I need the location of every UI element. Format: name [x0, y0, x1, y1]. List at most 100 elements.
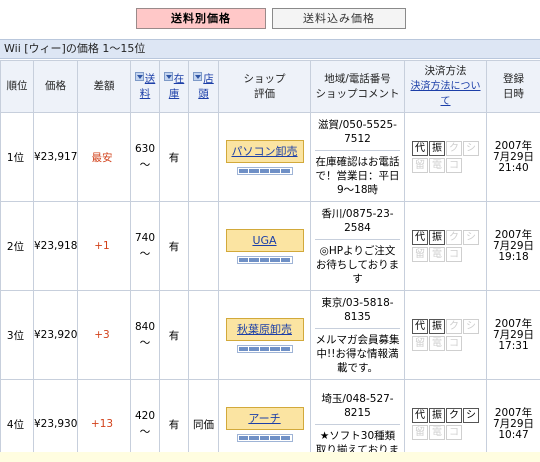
header-store[interactable]: 店 頭: [188, 60, 219, 113]
payment-method-badge: シ: [463, 141, 479, 156]
sort-stock-link[interactable]: 在: [174, 73, 185, 85]
payment-method-badge: ク: [446, 319, 462, 334]
payment-method-badge: コ: [446, 247, 462, 262]
price-mode-tabs: 送料別価格 送料込み価格: [0, 8, 540, 30]
header-stock[interactable]: 在 庫: [159, 60, 189, 113]
sort-shipping-link-2[interactable]: 料: [140, 88, 151, 100]
shop-link-button[interactable]: パソコン卸売: [225, 139, 304, 163]
header-date-line2: 日時: [503, 87, 524, 100]
payment-method-badge: コ: [446, 336, 462, 351]
header-payment: 決済方法 決済方法につい て: [404, 60, 487, 113]
price-ranking-table: 順位 価格 差額 送 料 在 庫 店 頭 ショップ 評価 地域/電話番号 ショッ…: [0, 60, 540, 462]
header-diff: 差額: [77, 60, 131, 113]
header-shop-line2: 評価: [254, 87, 275, 100]
shop-rating-bar: [236, 344, 293, 353]
date-time: 17:31: [498, 339, 529, 352]
shop-cell: アーチ: [218, 379, 311, 462]
shop-rating-bar: [236, 255, 293, 264]
stock-cell: 有: [159, 290, 189, 380]
payment-method-badge: 代: [412, 408, 428, 423]
sort-stock-link-2[interactable]: 庫: [169, 88, 180, 100]
table-row: 4位 ¥23,930 +13 420 ～ 有 同価 アーチ 埼玉/048-527…: [0, 379, 540, 462]
region-cell: 埼玉/048-527-8215 ★ソフト30種類取り揃えておりま: [310, 379, 405, 462]
header-region-line1: 地域/電話番号: [324, 72, 391, 85]
region-phone: 埼玉/048-527-8215: [315, 392, 400, 425]
header-region: 地域/電話番号 ショップコメント: [310, 60, 405, 113]
payment-method-badge: コ: [446, 425, 462, 440]
sort-store-link[interactable]: 店: [203, 73, 214, 85]
shop-link-button[interactable]: UGA: [225, 228, 304, 252]
payment-method-badge: 留: [412, 336, 428, 351]
shop-rating-bar: [236, 166, 293, 175]
price-cell: ¥23,930: [33, 379, 78, 462]
payment-methods: 代振クシ留電コ: [407, 141, 484, 173]
payment-method-badge: 代: [412, 141, 428, 156]
sort-shipping-link[interactable]: 送: [145, 73, 156, 85]
header-rank: 順位: [0, 60, 34, 113]
date-cell: 2007年 7月29日 21:40: [486, 112, 540, 202]
date-cell: 2007年 7月29日 17:31: [486, 290, 540, 380]
header-shop-rating: ショップ 評価: [218, 60, 311, 113]
tab-price-excluding-shipping[interactable]: 送料別価格: [136, 8, 266, 29]
section-title: Wii [ウィー]の価格 1～15位: [0, 39, 540, 59]
region-phone: 東京/03-5818-8135: [315, 296, 400, 329]
payment-method-badge: 電: [429, 336, 445, 351]
table-header-row: 順位 価格 差額 送 料 在 庫 店 頭 ショップ 評価 地域/電話番号 ショッ…: [0, 60, 540, 113]
sort-arrow-icon[interactable]: [163, 71, 173, 81]
shipping-fee: 840: [134, 321, 156, 333]
tab-price-including-shipping[interactable]: 送料込み価格: [272, 8, 406, 29]
stock-cell: 有: [159, 379, 189, 462]
header-price: 価格: [33, 60, 78, 113]
region-cell: 滋賀/050-5525-7512 在庫確認はお電話で！営業日：平日9～18時: [310, 112, 405, 202]
price-cell: ¥23,917: [33, 112, 78, 202]
payment-info-link-2[interactable]: て: [441, 96, 451, 107]
shop-cell: 秋葉原卸売: [218, 290, 311, 380]
payment-cell: 代振クシ留電コ: [404, 290, 487, 380]
diff-cell: +3: [77, 290, 131, 380]
shipping-fee: 420: [134, 410, 156, 422]
store-cell: 同価: [188, 379, 219, 462]
header-date-line1: 登録: [503, 72, 524, 85]
shipping-tilde: ～: [139, 159, 151, 171]
payment-method-badge: 振: [429, 230, 445, 245]
shop-cell: UGA: [218, 201, 311, 291]
rank-cell: 3位: [0, 290, 34, 380]
date-time: 21:40: [498, 161, 529, 174]
payment-method-badge: ク: [446, 230, 462, 245]
shipping-cell: 840 ～: [130, 290, 160, 380]
rank-cell: 1位: [0, 112, 34, 202]
store-cell: [188, 112, 219, 202]
header-payment-title: 決済方法: [424, 65, 467, 77]
table-row: 2位 ¥23,918 +1 740 ～ 有 UGA 香川/0875-23-258…: [0, 201, 540, 291]
payment-method-badge: 電: [429, 158, 445, 173]
payment-method-badge: コ: [446, 158, 462, 173]
date-time: 10:47: [498, 428, 529, 441]
shipping-fee: 630: [134, 143, 156, 155]
payment-method-badge: ク: [446, 408, 462, 423]
shipping-cell: 420 ～: [130, 379, 160, 462]
shop-link-button[interactable]: 秋葉原卸売: [225, 317, 304, 341]
sort-arrow-icon[interactable]: [193, 71, 203, 81]
date-time: 19:18: [498, 250, 529, 263]
stock-cell: 有: [159, 201, 189, 291]
payment-method-badge: 代: [412, 230, 428, 245]
sort-arrow-icon[interactable]: [134, 71, 144, 81]
header-date: 登録 日時: [486, 60, 540, 113]
shop-link-button[interactable]: アーチ: [225, 406, 304, 430]
payment-method-badge: シ: [463, 408, 479, 423]
header-shipping[interactable]: 送 料: [130, 60, 160, 113]
payment-methods: 代振クシ留電コ: [407, 408, 484, 440]
header-region-line2: ショップコメント: [315, 87, 400, 100]
shop-comment: メルマガ会員募集中!!お得な情報満載です。: [315, 333, 400, 374]
shipping-cell: 630 ～: [130, 112, 160, 202]
payment-method-badge: 電: [429, 247, 445, 262]
shop-rating-bar: [236, 433, 293, 442]
store-cell: [188, 290, 219, 380]
payment-method-badge: 留: [412, 158, 428, 173]
payment-method-badge: 代: [412, 319, 428, 334]
payment-info-link[interactable]: 決済方法につい: [411, 81, 481, 92]
price-cell: ¥23,920: [33, 290, 78, 380]
header-shop-line1: ショップ: [243, 72, 286, 85]
sort-store-link-2[interactable]: 頭: [198, 88, 209, 100]
diff-cell: +13: [77, 379, 131, 462]
